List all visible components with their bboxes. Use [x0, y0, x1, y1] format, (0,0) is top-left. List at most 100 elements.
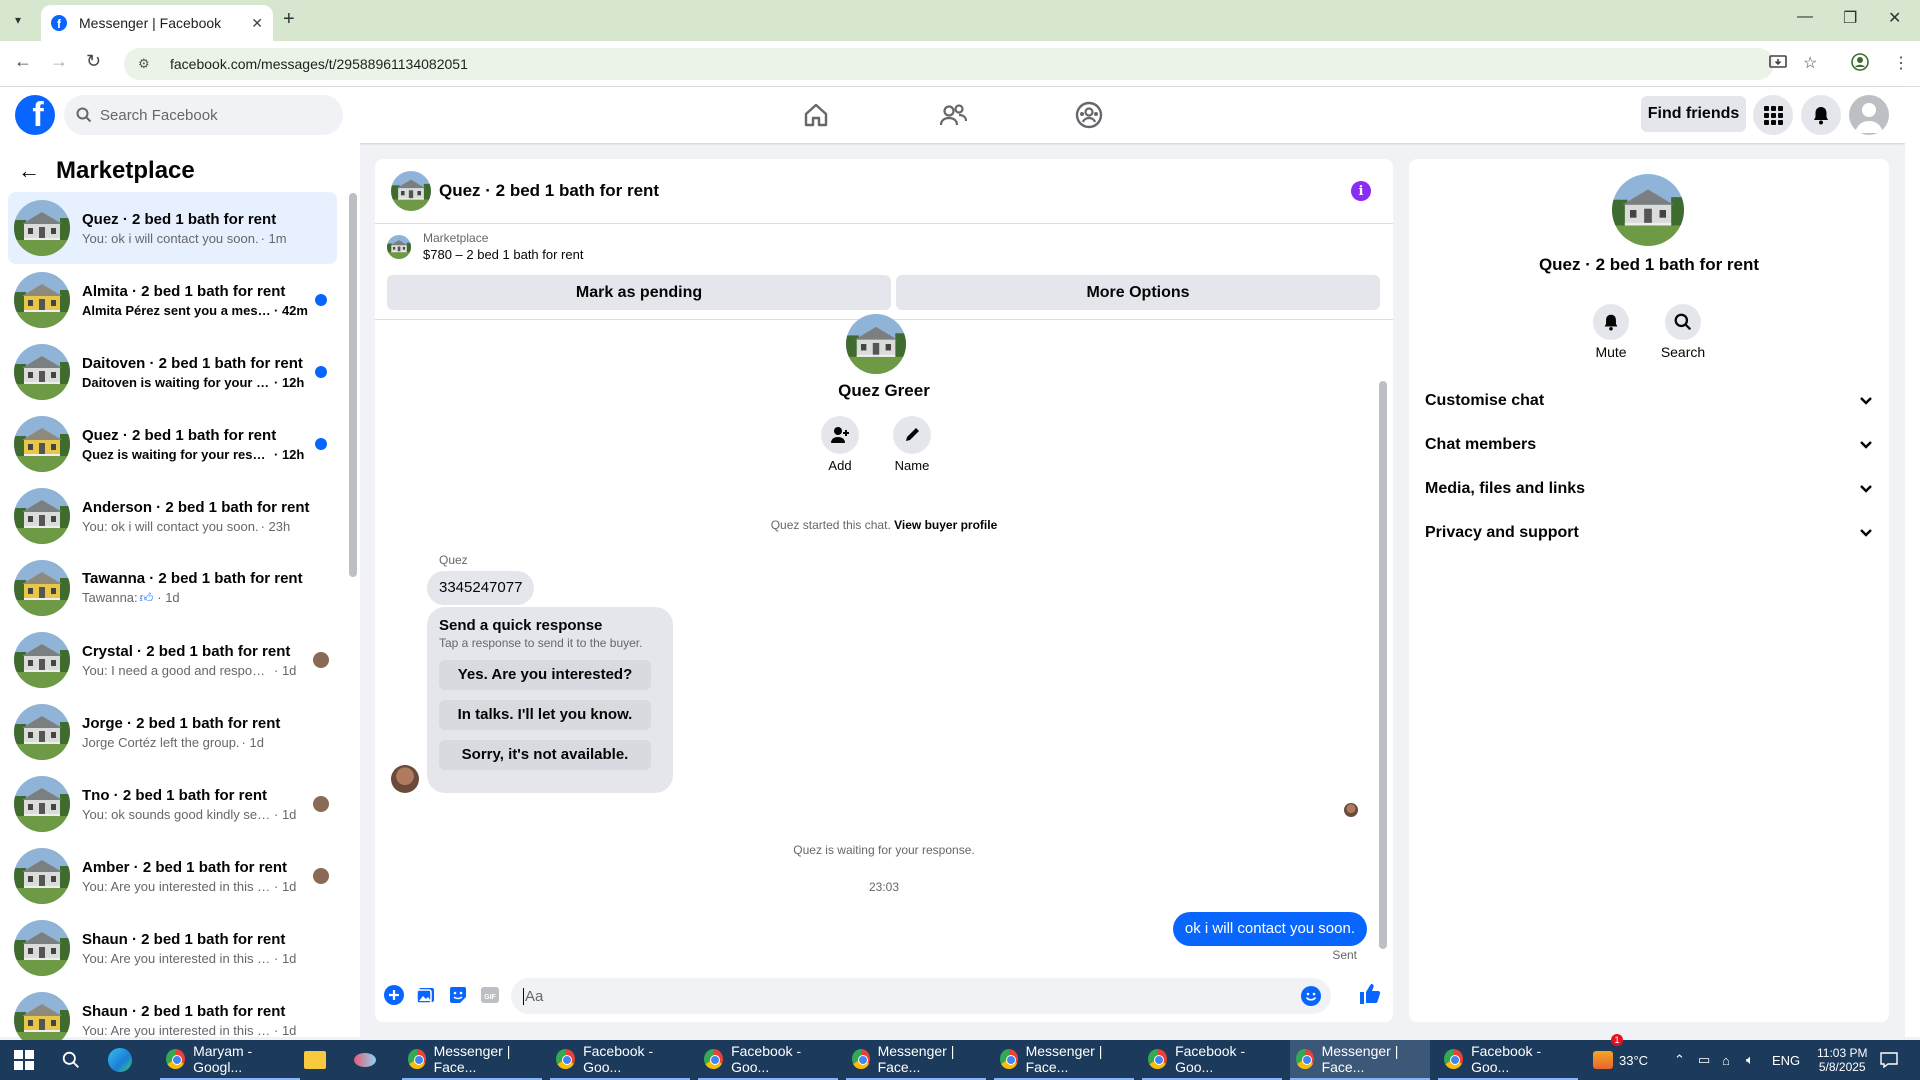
conversation-item[interactable]: Quez · 2 bed 1 bath for rent Quez is wait…	[8, 408, 337, 480]
pinned-app-icon[interactable]	[354, 1040, 376, 1080]
close-tab-icon[interactable]: ✕	[251, 15, 263, 32]
taskbar-app-button[interactable]: Facebook - Goo...	[698, 1040, 838, 1080]
gif-icon[interactable]: GIF	[480, 985, 500, 1005]
bookmark-star-icon[interactable]: ☆	[1803, 53, 1817, 73]
quick-response-button[interactable]: In talks. I'll let you know.	[439, 700, 651, 730]
chat-scrollbar[interactable]	[1379, 381, 1387, 949]
taskbar-app-button[interactable]: Facebook - Goo...	[1438, 1040, 1578, 1080]
search-facebook-input[interactable]: Search Facebook	[64, 95, 343, 135]
facebook-logo-icon[interactable]: f	[15, 95, 55, 135]
reload-icon[interactable]: ↻	[86, 51, 101, 72]
conversation-item[interactable]: Shaun · 2 bed 1 bath for rent You: Are yo…	[8, 912, 337, 984]
browser-menu-icon[interactable]: ⋮	[1893, 53, 1909, 73]
file-explorer-icon[interactable]	[304, 1040, 326, 1080]
listing-summary[interactable]: Marketplace $780 – 2 bed 1 bath for rent	[387, 231, 583, 262]
install-app-icon[interactable]	[1769, 53, 1787, 71]
chat-members-section[interactable]: Chat members	[1425, 425, 1873, 465]
taskbar-app-button[interactable]: Facebook - Goo...	[550, 1040, 690, 1080]
input-language[interactable]: ENG	[1772, 1040, 1800, 1080]
attach-photo-icon[interactable]	[416, 985, 436, 1005]
conversation-item[interactable]: Quez · 2 bed 1 bath for rent You: ok i wi…	[8, 192, 337, 264]
quick-response-button[interactable]: Yes. Are you interested?	[439, 660, 651, 690]
menu-grid-icon[interactable]	[1753, 95, 1793, 135]
display-icon[interactable]: ▭	[1698, 1040, 1710, 1080]
unread-dot	[315, 366, 327, 378]
message-input[interactable]: Aa	[511, 978, 1331, 1014]
conversation-item[interactable]: Tawanna · 2 bed 1 bath for rent Tawanna: 👍…	[8, 552, 337, 624]
site-info-icon[interactable]: ⚙	[138, 56, 156, 72]
action-center-icon[interactable]	[1880, 1040, 1898, 1080]
more-actions-plus-icon[interactable]	[384, 985, 404, 1005]
chat-avatar[interactable]	[391, 171, 431, 211]
taskbar-app-button[interactable]: Messenger | Face...	[994, 1040, 1134, 1080]
close-window-button[interactable]: ✕	[1888, 8, 1901, 28]
taskbar-app-button[interactable]: Facebook - Goo...	[1142, 1040, 1282, 1080]
outgoing-message-bubble[interactable]: ok i will contact you soon.	[1172, 912, 1367, 946]
forward-icon[interactable]: →	[50, 51, 68, 72]
new-tab-button[interactable]: +	[283, 8, 295, 31]
mute-label: Mute	[1595, 344, 1627, 360]
conversation-text: Quez · 2 bed 1 bath for rent Quez is wait…	[82, 427, 337, 462]
input-placeholder: Aa	[523, 987, 544, 1005]
search-conversation-icon[interactable]	[1665, 304, 1701, 340]
start-windows-icon[interactable]	[14, 1040, 34, 1080]
customise-chat-section[interactable]: Customise chat	[1425, 381, 1873, 421]
groups-icon[interactable]	[1075, 101, 1103, 129]
restore-button[interactable]: ❐	[1843, 8, 1857, 28]
taskbar-app-button[interactable]: Messenger | Face...	[402, 1040, 542, 1080]
mute-bell-icon[interactable]	[1593, 304, 1629, 340]
chrome-icon	[408, 1049, 426, 1069]
privacy-support-section[interactable]: Privacy and support	[1425, 513, 1873, 553]
taskbar-app-button[interactable]: Messenger | Face...	[1290, 1040, 1430, 1080]
minimize-button[interactable]: —	[1797, 8, 1813, 26]
taskbar-app-button[interactable]: Messenger | Face...	[846, 1040, 986, 1080]
edit-name-pencil-icon[interactable]	[893, 416, 931, 454]
taskbar-app-button[interactable]: Maryam - Googl...	[160, 1040, 300, 1080]
home-icon[interactable]	[802, 101, 830, 129]
clock[interactable]: 11:03 PM 5/8/2025	[1817, 1040, 1867, 1080]
account-avatar[interactable]	[1849, 95, 1889, 135]
conversation-item[interactable]: Daitoven · 2 bed 1 bath for rent Daitoven…	[8, 336, 337, 408]
sidebar-scrollbar[interactable]	[349, 193, 357, 577]
media-files-links-section[interactable]: Media, files and links	[1425, 469, 1873, 509]
conversation-item[interactable]: Jorge · 2 bed 1 bath for rent Jorge Corté…	[8, 696, 337, 768]
sticker-icon[interactable]	[448, 985, 468, 1005]
more-options-button[interactable]: More Options	[896, 275, 1380, 310]
find-friends-button[interactable]: Find friends	[1641, 96, 1746, 132]
back-icon[interactable]: ←	[14, 51, 32, 72]
conversation-item[interactable]: Crystal · 2 bed 1 bath for rent You: I ne…	[8, 624, 337, 696]
chrome-icon	[1148, 1049, 1168, 1069]
show-hidden-icons-chevron-icon[interactable]: ⌃	[1674, 1040, 1685, 1080]
conversation-info-icon[interactable]: i	[1351, 181, 1371, 201]
conversation-item[interactable]: Amber · 2 bed 1 bath for rent You: Are yo…	[8, 840, 337, 912]
details-avatar[interactable]	[1612, 174, 1684, 246]
chat-title[interactable]: Quez · 2 bed 1 bath for rent	[439, 181, 659, 201]
volume-icon[interactable]: 🔈︎	[1746, 1040, 1754, 1080]
emoji-icon[interactable]	[1301, 986, 1321, 1006]
profile-avatar[interactable]	[846, 314, 906, 374]
conversation-item[interactable]: Tno · 2 bed 1 bath for rent You: ok sound…	[8, 768, 337, 840]
profile-icon[interactable]	[1851, 53, 1869, 71]
chrome-icon	[1296, 1049, 1314, 1069]
network-icon[interactable]: ⌂	[1722, 1040, 1730, 1080]
quick-response-button[interactable]: Sorry, it's not available.	[439, 740, 651, 770]
add-person-icon[interactable]	[821, 416, 859, 454]
windows-taskbar: 33°C 1 ⌃ ▭ ⌂ 🔈︎ ENG 11:03 PM 5/8/2025 Ma…	[0, 1034, 1920, 1080]
sidebar-title: Marketplace	[56, 157, 195, 184]
friends-icon[interactable]	[939, 101, 967, 129]
like-thumbs-up-icon[interactable]	[1358, 982, 1382, 1006]
back-arrow-icon[interactable]: ←	[18, 158, 40, 184]
conversation-item[interactable]: Anderson · 2 bed 1 bath for rent You: ok …	[8, 480, 337, 552]
tab-list-chevron-icon[interactable]: ▾	[2, 8, 34, 32]
url-bar[interactable]: ⚙ facebook.com/messages/t/29588961134082…	[124, 48, 1774, 80]
view-buyer-profile-link[interactable]: View buyer profile	[894, 518, 997, 532]
conversation-item[interactable]: Almita · 2 bed 1 bath for rent Almita Pér…	[8, 264, 337, 336]
notifications-bell-icon[interactable]	[1801, 95, 1841, 135]
edge-browser-icon[interactable]	[108, 1040, 132, 1080]
incoming-message-bubble[interactable]: 3345247077	[427, 571, 535, 605]
sender-avatar[interactable]	[391, 765, 419, 793]
taskbar-search-icon[interactable]	[62, 1040, 80, 1080]
page-scrollbar[interactable]	[1905, 87, 1920, 1037]
browser-tab-messenger[interactable]: f Messenger | Facebook ✕	[41, 5, 273, 41]
mark-as-pending-button[interactable]: Mark as pending	[387, 275, 891, 310]
